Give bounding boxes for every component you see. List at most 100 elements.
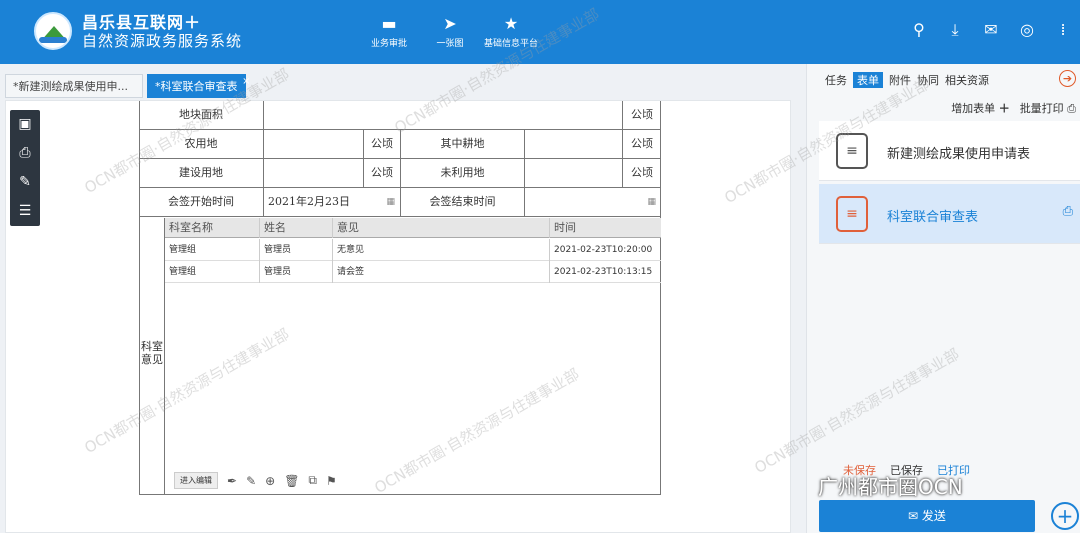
mail-icon[interactable]: ✉ xyxy=(980,20,1002,40)
cell-name: 管理员 xyxy=(260,239,333,261)
cell-name: 管理员 xyxy=(260,261,333,283)
field-value[interactable] xyxy=(264,159,364,187)
tab-task[interactable]: 任务 xyxy=(825,72,847,88)
unit-label: 公顷 xyxy=(631,166,653,179)
form-card-survey-application[interactable]: ≡ 新建测绘成果使用申请表 xyxy=(819,121,1080,181)
form-card-joint-review[interactable]: ≡ 科室联合审查表 ⎙ xyxy=(819,184,1080,244)
field-value[interactable] xyxy=(264,130,364,158)
col-header: 时间 xyxy=(554,221,576,234)
document-icon: ≡ xyxy=(836,133,868,169)
field-label: 其中耕地 xyxy=(401,130,525,158)
add-form-button[interactable]: 增加表单 ＋ xyxy=(951,100,1010,116)
date-value: 2021年2月23日 xyxy=(268,195,350,208)
nav-label: 一张图 xyxy=(436,39,464,49)
tab-label: *新建测绘成果使用申... xyxy=(13,80,128,93)
cell-time: 2021-02-23T10:13:15 xyxy=(554,267,653,277)
save-icon[interactable]: ▣ xyxy=(10,110,40,139)
field-label: 未利用地 xyxy=(401,159,525,187)
table-row[interactable]: 管理组 管理员 请会签 2021-02-23T10:13:15 xyxy=(165,261,661,283)
tab-bar: *新建测绘成果使用申... *科室联合审查表 × xyxy=(0,64,806,100)
cell-dept: 管理组 xyxy=(165,261,260,283)
calendar-icon[interactable]: ▦ xyxy=(386,188,395,216)
tab-collab[interactable]: 协同 xyxy=(917,72,939,88)
unit-label: 公顷 xyxy=(631,137,653,150)
field-label: 地块面积 xyxy=(139,101,264,129)
send-button[interactable]: ✉ 发送 xyxy=(819,500,1035,532)
plus-icon: ＋ xyxy=(998,102,1010,115)
table-header: 科室名称 姓名 意见 时间 xyxy=(165,218,661,238)
dept-opinion-label: 科室 意见 xyxy=(141,340,163,366)
field-label: 会签结束时间 xyxy=(401,188,525,216)
user-icon[interactable]: ◎ xyxy=(1016,20,1038,40)
nav-one-map[interactable]: ➤ 一张图 xyxy=(415,14,485,49)
tab-attachment[interactable]: 附件 xyxy=(889,72,911,88)
grid-icon[interactable]: ⁞ xyxy=(1052,20,1074,40)
calendar-icon[interactable]: ▦ xyxy=(647,188,656,216)
edit-icon[interactable]: ✎ xyxy=(10,168,40,197)
pen-icon[interactable]: ✒ xyxy=(227,474,237,488)
enter-edit-button[interactable]: 进入编辑 xyxy=(174,472,218,489)
print-icon[interactable]: ⎙ xyxy=(1063,204,1073,219)
stamp-icon[interactable]: ⚑ xyxy=(326,474,337,488)
close-icon[interactable]: × xyxy=(242,70,250,94)
add-button[interactable]: + xyxy=(1051,502,1079,530)
start-date-input[interactable]: 2021年2月23日 ▦ xyxy=(264,188,401,216)
folder-icon: ▬ xyxy=(381,14,397,33)
star-icon: ★ xyxy=(503,14,519,33)
field-value[interactable] xyxy=(264,101,623,129)
card-label: 科室联合审查表 xyxy=(887,210,979,225)
col-header: 意见 xyxy=(333,218,550,238)
trash-icon[interactable]: 🗑 xyxy=(284,474,299,488)
field-value[interactable] xyxy=(525,130,623,158)
top-header: 昌乐县互联网＋ 自然资源政务服务系统 ▬ 业务审批 ➤ 一张图 ★ 基础信息平台… xyxy=(0,0,1080,64)
tab-label: *科室联合审查表 xyxy=(155,80,238,93)
send-icon: ➤ xyxy=(443,14,457,33)
form-actions: 增加表单 ＋ 批量打印 ⎙ xyxy=(951,100,1076,116)
col-header: 姓名 xyxy=(260,218,333,238)
print-icon[interactable]: ⎙ xyxy=(10,139,40,168)
copy-icon[interactable]: ⧉ xyxy=(308,473,317,488)
cell-dept: 管理组 xyxy=(165,239,260,261)
tab-joint-review[interactable]: *科室联合审查表 × xyxy=(147,74,251,98)
cell-opinion: 无意见 xyxy=(333,239,550,261)
unit-label: 公顷 xyxy=(364,130,401,158)
tab-resources[interactable]: 相关资源 xyxy=(945,72,989,88)
table-row[interactable]: 管理组 管理员 无意见 2021-02-23T10:20:00 xyxy=(165,239,661,261)
right-tabs: 任务 表单 附件 协同 相关资源 xyxy=(825,72,989,88)
field-value[interactable] xyxy=(525,159,623,187)
unit-label: 公顷 xyxy=(364,159,401,187)
col-header: 科室名称 xyxy=(165,218,260,238)
form-row-farmland: 农用地 公顷 其中耕地 公顷 xyxy=(139,130,661,159)
document-icon: ≡ xyxy=(836,196,868,232)
opinion-toolbar: 进入编辑 ✒ ✎ ⊕ 🗑 ⧉ ⚑ xyxy=(174,472,337,489)
field-label: 农用地 xyxy=(139,130,264,158)
form-row-area: 地块面积 公顷 xyxy=(139,101,661,130)
batch-print-button[interactable]: 批量打印 ⎙ xyxy=(1020,100,1076,116)
end-date-input[interactable]: ▦ xyxy=(525,188,661,216)
document-toolbar: ▣ ⎙ ✎ ☰ xyxy=(10,110,40,226)
form-row-construction: 建设用地 公顷 未利用地 公顷 xyxy=(139,159,661,188)
right-panel: 任务 表单 附件 协同 相关资源 ➔ 增加表单 ＋ 批量打印 ⎙ ≡ 新建测绘成… xyxy=(806,64,1080,533)
add-form-label: 增加表单 xyxy=(951,102,996,115)
comment-icon[interactable]: ☰ xyxy=(10,197,40,226)
field-label: 会签开始时间 xyxy=(139,188,264,216)
arrow-right-icon[interactable]: ➔ xyxy=(1059,70,1076,87)
nav-base-info[interactable]: ★ 基础信息平台 xyxy=(476,14,546,49)
tab-survey-application[interactable]: *新建测绘成果使用申... xyxy=(5,74,143,98)
download-icon[interactable]: ⤓ xyxy=(944,20,966,40)
send-label: 发送 xyxy=(921,509,946,523)
add-icon[interactable]: ⊕ xyxy=(265,474,275,488)
app-logo xyxy=(34,12,72,50)
nav-business-approval[interactable]: ▬ 业务审批 xyxy=(354,14,424,49)
tab-form[interactable]: 表单 xyxy=(853,72,883,88)
nav-label: 基础信息平台 xyxy=(483,39,538,49)
field-label: 建设用地 xyxy=(139,159,264,187)
cell-opinion: 请会签 xyxy=(333,261,550,283)
unit-label: 公顷 xyxy=(631,108,653,121)
batch-print-label: 批量打印 xyxy=(1019,102,1064,115)
edit-icon[interactable]: ✎ xyxy=(246,474,256,488)
search-icon[interactable]: ⚲ xyxy=(908,20,930,40)
form-row-dates: 会签开始时间 2021年2月23日 ▦ 会签结束时间 ▦ xyxy=(139,188,661,217)
card-label: 新建测绘成果使用申请表 xyxy=(887,147,1031,162)
opinion-table: 科室名称 姓名 意见 时间 管理组 管理员 无意见 2021-02-23T10:… xyxy=(164,218,661,494)
